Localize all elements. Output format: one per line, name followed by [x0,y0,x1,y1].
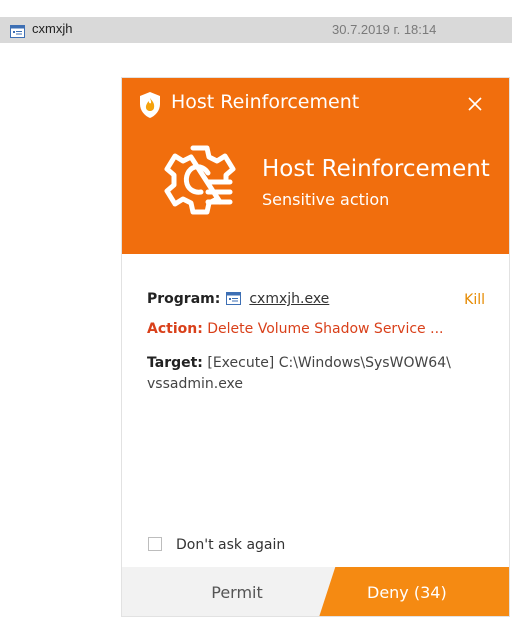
deny-button-label[interactable]: Deny (34) [367,567,447,616]
application-window-icon [10,23,25,42]
dont-ask-checkbox[interactable] [148,537,162,551]
close-icon[interactable] [465,94,485,114]
target-label: Target: [147,355,203,371]
action-value: Delete Volume Shadow Service ... [207,321,444,337]
dialog-title: Host Reinforcement [171,91,360,113]
hero-title: Host Reinforcement [262,156,490,182]
dialog-footer: Permit Deny (34) [122,567,509,616]
gear-shield-icon [160,140,240,224]
file-name: cxmxjh [32,21,73,36]
file-date: 30.7.2019 г. 18:14 [332,22,437,37]
dialog-header: Host Reinforcement Host Reinforcement Se… [122,78,509,254]
program-line: Program: cxmxjh.exe [147,291,487,309]
dont-ask-again: Don't ask again [148,537,285,553]
host-reinforcement-dialog: Host Reinforcement Host Reinforcement Se… [121,77,510,617]
dont-ask-label: Don't ask again [176,537,286,553]
program-link[interactable]: cxmxjh.exe [249,291,329,307]
application-window-icon [226,292,242,309]
explorer-file-row[interactable]: cxmxjh 30.7.2019 г. 18:14 [0,17,512,43]
permit-button[interactable]: Permit [122,567,352,616]
program-label: Program: [147,291,221,307]
target-line: Target: [Execute] C:\Windows\SysWOW64\ v… [147,353,477,395]
action-line: Action: Delete Volume Shadow Service ... [147,321,443,337]
kill-link[interactable]: Kill [464,292,485,308]
shield-flame-icon [138,91,162,123]
action-label: Action: [147,321,203,337]
hero-subtitle: Sensitive action [262,190,390,209]
